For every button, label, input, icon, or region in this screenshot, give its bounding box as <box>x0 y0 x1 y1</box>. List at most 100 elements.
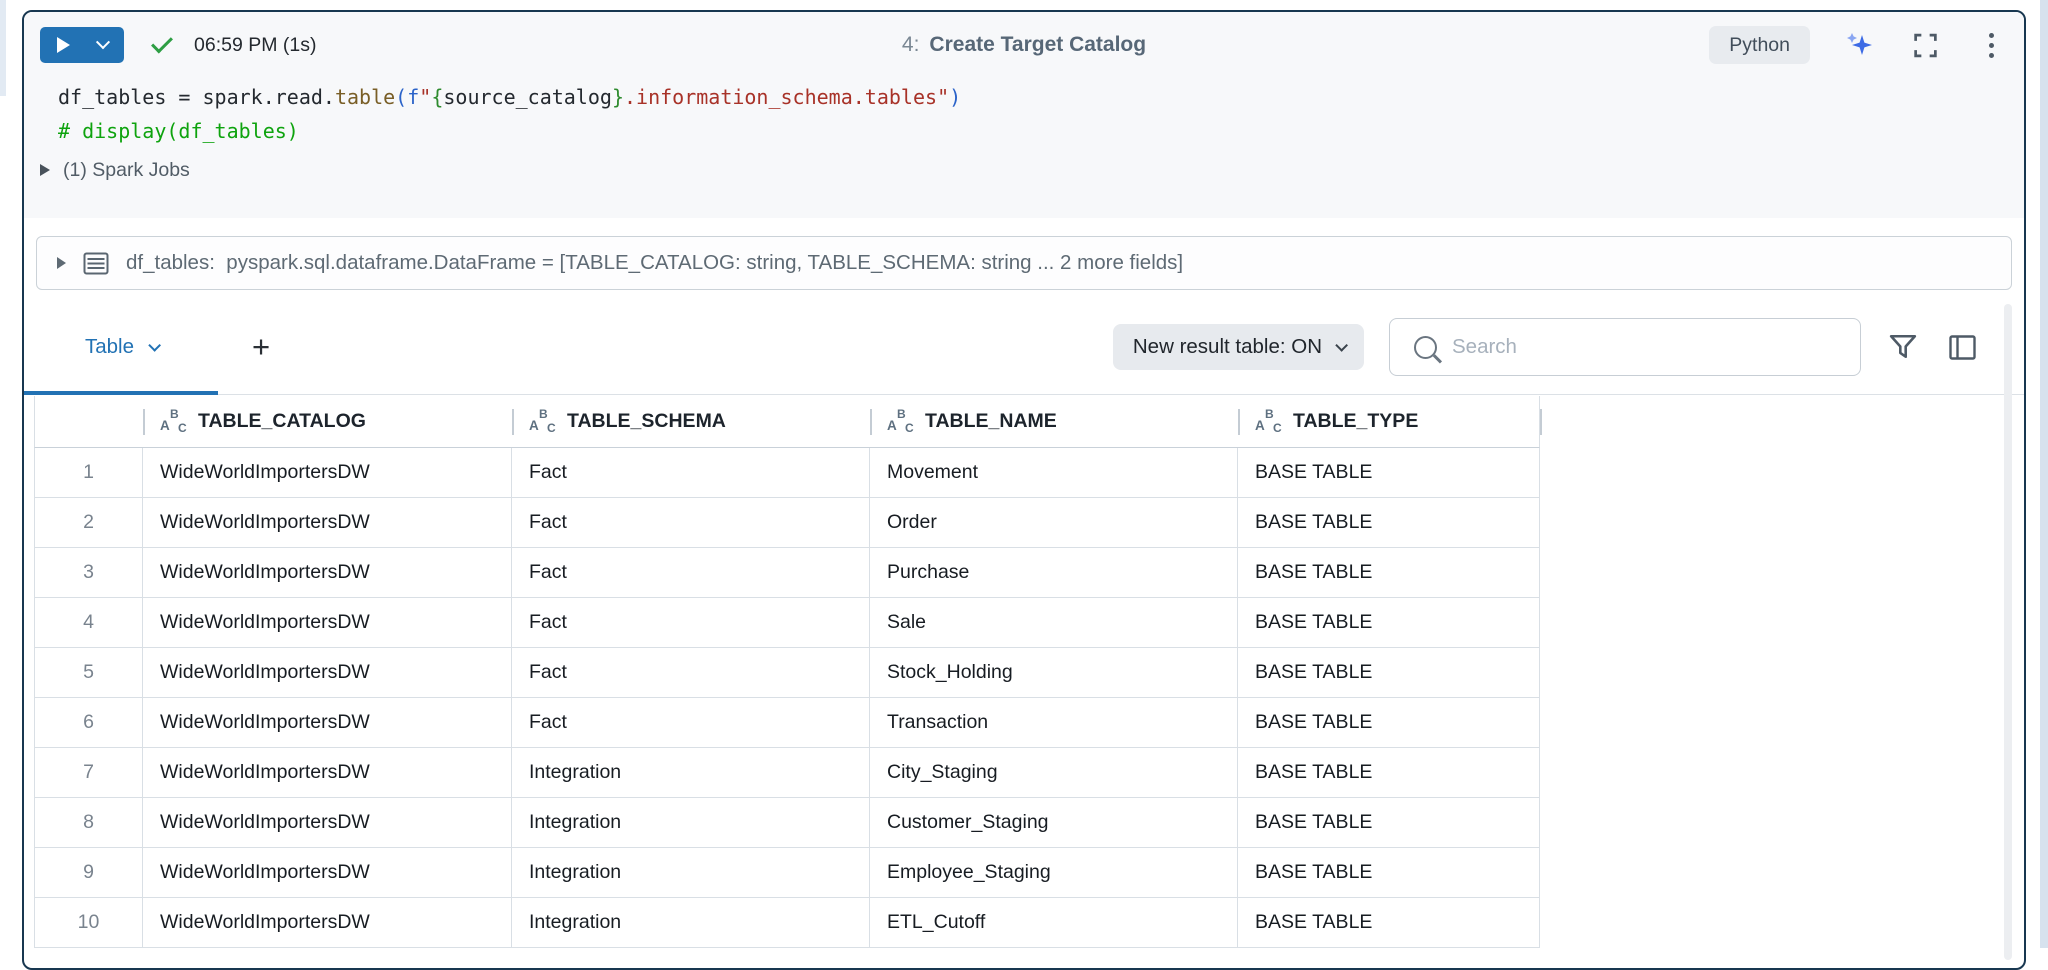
search-input[interactable] <box>1452 335 1846 359</box>
string-type-icon-letter: B <box>170 407 179 421</box>
table-cell: WideWorldImportersDW <box>143 798 512 847</box>
table-corner-cell <box>35 396 144 447</box>
active-tab-underline <box>24 391 218 395</box>
column-header[interactable]: ABC TABLE_CATALOG <box>144 396 513 447</box>
cell-number: 4: <box>902 33 920 57</box>
column-header[interactable]: ABC TABLE_TYPE <box>1239 396 1541 447</box>
table-cell: BASE TABLE <box>1238 598 1540 647</box>
results-toolbar-right: New result table: ON <box>1113 300 1979 394</box>
new-result-table-label: New result table: ON <box>1133 335 1322 359</box>
table-cell: Fact <box>512 698 870 747</box>
table-cell: Fact <box>512 498 870 547</box>
column-header-label: TABLE_TYPE <box>1293 410 1418 433</box>
table-cell: WideWorldImportersDW <box>143 848 512 897</box>
spark-jobs-label: (1) Spark Jobs <box>63 159 190 182</box>
disclosure-triangle-icon <box>57 257 66 269</box>
table-row: 7WideWorldImportersDWIntegrationCity_Sta… <box>34 748 1540 798</box>
row-number-cell: 7 <box>34 748 143 797</box>
string-type-icon: ABC <box>1255 408 1283 435</box>
cell-title[interactable]: 4: Create Target Catalog <box>902 12 1146 78</box>
table-cell: Integration <box>512 848 870 897</box>
string-type-icon-letter: C <box>905 421 914 435</box>
play-icon <box>57 37 70 53</box>
table-cell: Integration <box>512 748 870 797</box>
dataframe-summary-toggle[interactable]: df_tables: pyspark.sql.dataframe.DataFra… <box>36 236 2012 290</box>
search-box <box>1389 318 1861 376</box>
assistant-sparkles-icon[interactable] <box>1842 28 1876 62</box>
table-row: 10WideWorldImportersDWIntegrationETL_Cut… <box>34 898 1540 948</box>
language-selector-button[interactable]: Python <box>1709 26 1810 64</box>
table-cell: WideWorldImportersDW <box>143 648 512 697</box>
table-cell: Movement <box>870 448 1238 497</box>
row-number-cell: 3 <box>34 548 143 597</box>
results-table-header: ABCTABLE_CATALOGABCTABLE_SCHEMAABCTABLE_… <box>34 396 1540 448</box>
table-cell: WideWorldImportersDW <box>143 898 512 947</box>
table-cell: WideWorldImportersDW <box>143 448 512 497</box>
new-result-table-toggle[interactable]: New result table: ON <box>1113 324 1364 370</box>
table-cell: BASE TABLE <box>1238 448 1540 497</box>
string-type-icon-letter: C <box>178 421 187 435</box>
row-number-cell: 6 <box>34 698 143 747</box>
code-editor[interactable]: df_tables = spark.read.table(f"{source_c… <box>58 80 2000 148</box>
table-cell: Fact <box>512 448 870 497</box>
row-number-cell: 4 <box>34 598 143 647</box>
row-number-cell: 2 <box>34 498 143 547</box>
cell-title-text: Create Target Catalog <box>929 33 1146 57</box>
results-toolbar: Table + New result table: ON <box>24 300 2024 395</box>
filter-icon[interactable] <box>1886 330 1920 364</box>
dataframe-summary-text: df_tables: pyspark.sql.dataframe.DataFra… <box>126 251 1183 275</box>
table-cell: City_Staging <box>870 748 1238 797</box>
search-icon <box>1414 336 1437 359</box>
string-type-icon-letter: C <box>547 421 556 435</box>
table-cell: BASE TABLE <box>1238 798 1540 847</box>
tab-table-label: Table <box>85 335 134 359</box>
table-cell: Integration <box>512 898 870 947</box>
table-cell: WideWorldImportersDW <box>143 748 512 797</box>
results-scrollbar[interactable] <box>2004 304 2012 960</box>
table-cell: Sale <box>870 598 1238 647</box>
row-number-cell: 9 <box>34 848 143 897</box>
row-number-cell: 8 <box>34 798 143 847</box>
run-timestamp: 06:59 PM (1s) <box>194 34 316 57</box>
string-type-icon-letter: B <box>897 407 906 421</box>
run-options-button[interactable] <box>82 27 124 63</box>
page-edge-right <box>2040 0 2048 948</box>
cell-header-actions: Python <box>1709 26 2008 64</box>
fullscreen-icon[interactable] <box>1908 28 1942 62</box>
table-row: 3WideWorldImportersDWFactPurchaseBASE TA… <box>34 548 1540 598</box>
tab-table[interactable]: Table <box>24 300 218 394</box>
page-edge-left <box>0 0 6 96</box>
chevron-down-icon <box>1335 339 1348 352</box>
table-cell: Integration <box>512 798 870 847</box>
table-cell: WideWorldImportersDW <box>143 548 512 597</box>
column-header[interactable]: ABCTABLE_SCHEMA <box>513 396 871 447</box>
disclosure-triangle-icon <box>40 164 50 176</box>
string-type-icon-letter: A <box>529 418 539 433</box>
table-cell: ETL_Cutoff <box>870 898 1238 947</box>
string-type-icon-letter: B <box>1265 407 1274 421</box>
table-cell: WideWorldImportersDW <box>143 698 512 747</box>
string-type-icon-letter: A <box>1255 418 1265 433</box>
table-row: 1WideWorldImportersDWFactMovementBASE TA… <box>34 448 1540 498</box>
table-row: 9WideWorldImportersDWIntegrationEmployee… <box>34 848 1540 898</box>
table-output-icon <box>83 252 109 275</box>
table-cell: Order <box>870 498 1238 547</box>
string-type-icon: ABC <box>160 408 188 435</box>
table-row: 5WideWorldImportersDWFactStock_HoldingBA… <box>34 648 1540 698</box>
table-row: 2WideWorldImportersDWFactOrderBASE TABLE <box>34 498 1540 548</box>
table-cell: Purchase <box>870 548 1238 597</box>
spark-jobs-toggle[interactable]: (1) Spark Jobs <box>40 158 190 182</box>
table-cell: Transaction <box>870 698 1238 747</box>
kebab-menu-icon[interactable] <box>1974 28 2008 62</box>
column-header[interactable]: ABCTABLE_NAME <box>871 396 1239 447</box>
run-play-button[interactable] <box>40 27 82 63</box>
table-cell: BASE TABLE <box>1238 698 1540 747</box>
table-cell: BASE TABLE <box>1238 548 1540 597</box>
string-type-icon-letter: C <box>1273 421 1282 435</box>
run-button[interactable] <box>40 27 124 63</box>
column-header-label: TABLE_CATALOG <box>198 410 366 433</box>
side-panel-icon[interactable] <box>1945 330 1979 364</box>
table-cell: Fact <box>512 548 870 597</box>
add-visualization-button[interactable]: + <box>238 300 284 394</box>
row-number-cell: 5 <box>34 648 143 697</box>
